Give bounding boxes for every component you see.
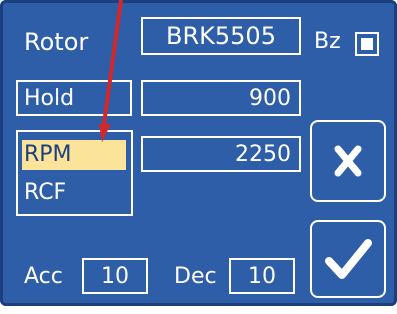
speed-value-field[interactable]: 2250 (141, 136, 301, 172)
dec-label: Dec (174, 264, 217, 289)
x-icon (334, 145, 362, 177)
dec-field[interactable]: 10 (229, 258, 295, 294)
bz-checkbox[interactable] (355, 32, 379, 56)
centrifuge-settings-panel: Rotor BRK5505 Bz Hold 900 RPM RCF 2250 A… (0, 0, 397, 306)
speed-mode-selector[interactable]: RPM RCF (16, 130, 133, 216)
rotor-field[interactable]: BRK5505 (141, 17, 301, 55)
hold-label-box[interactable]: Hold (16, 80, 132, 116)
acc-label: Acc (24, 264, 63, 289)
acc-field[interactable]: 10 (82, 258, 148, 294)
rotor-label: Rotor (24, 28, 89, 56)
speed-mode-option-rpm[interactable]: RPM (22, 140, 126, 170)
speed-mode-option-rcf[interactable]: RCF (22, 178, 66, 208)
confirm-button[interactable] (310, 220, 386, 298)
hold-time-field[interactable]: 900 (141, 80, 301, 116)
cancel-button[interactable] (310, 120, 386, 202)
checkmark-icon (325, 239, 372, 279)
bz-checkbox-mark (361, 38, 373, 50)
bz-label: Bz (314, 29, 341, 54)
